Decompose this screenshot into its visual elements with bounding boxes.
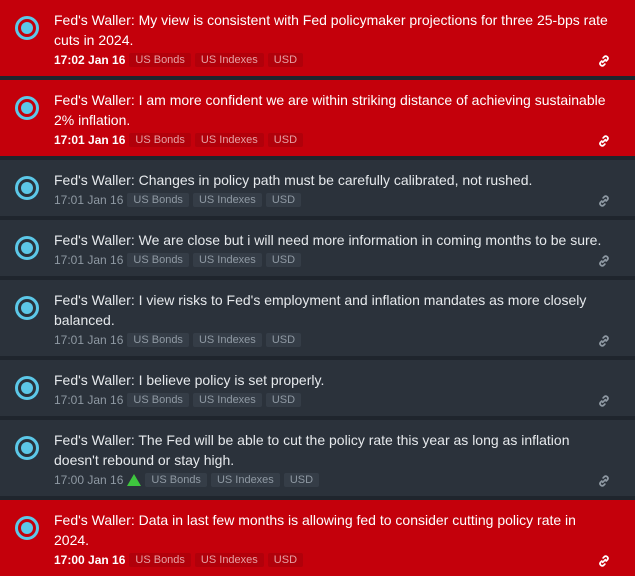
news-meta: 17:01 Jan 16 US Bonds US Indexes USD — [54, 331, 611, 349]
read-marker[interactable] — [0, 10, 54, 69]
link-icon[interactable] — [597, 394, 611, 408]
news-meta: 17:02 Jan 16 US Bonds US Indexes USD — [54, 51, 611, 69]
asset-tag[interactable]: US Bonds — [129, 553, 191, 567]
asset-tag[interactable]: USD — [267, 553, 304, 567]
news-content: Fed's Waller: Changes in policy path mus… — [54, 170, 611, 209]
link-icon[interactable] — [597, 474, 611, 488]
news-headline: Fed's Waller: I am more confident we are… — [54, 92, 606, 128]
news-meta: 17:01 Jan 16 US Bonds US Indexes USD — [54, 131, 611, 149]
news-timestamp: 17:00 Jan 16 — [54, 473, 124, 487]
news-content: Fed's Waller: The Fed will be able to cu… — [54, 430, 611, 489]
news-content: Fed's Waller: I am more confident we are… — [54, 90, 611, 149]
news-headline: Fed's Waller: Data in last few months is… — [54, 512, 576, 548]
asset-tag[interactable]: US Bonds — [127, 253, 189, 267]
news-content: Fed's Waller: I believe policy is set pr… — [54, 370, 611, 409]
asset-tag[interactable]: US Bonds — [129, 53, 191, 67]
news-meta: 17:01 Jan 16 US Bonds US Indexes USD — [54, 251, 611, 269]
radio-circle-icon — [15, 16, 39, 40]
radio-circle-icon — [15, 176, 39, 200]
news-content: Fed's Waller: We are close but i will ne… — [54, 230, 611, 269]
radio-circle-icon — [15, 516, 39, 540]
green-up-triangle-icon — [127, 474, 142, 486]
news-content: Fed's Waller: I view risks to Fed's empl… — [54, 290, 611, 349]
asset-tag[interactable]: US Indexes — [194, 553, 264, 567]
news-timestamp: 17:01 Jan 16 — [54, 193, 124, 207]
read-marker[interactable] — [0, 370, 54, 409]
news-headline: Fed's Waller: I believe policy is set pr… — [54, 372, 325, 388]
link-icon[interactable] — [597, 554, 611, 568]
news-item[interactable]: Fed's Waller: I view risks to Fed's empl… — [0, 280, 635, 356]
asset-tag[interactable]: US Bonds — [129, 133, 191, 147]
news-headline: Fed's Waller: I view risks to Fed's empl… — [54, 292, 587, 328]
news-item[interactable]: Fed's Waller: We are close but i will ne… — [0, 220, 635, 276]
news-item[interactable]: Fed's Waller: Data in last few months is… — [0, 500, 635, 576]
news-timestamp: 17:01 Jan 16 — [54, 253, 124, 267]
read-marker[interactable] — [0, 170, 54, 209]
radio-circle-icon — [15, 376, 39, 400]
news-timestamp: 17:01 Jan 16 — [54, 393, 124, 407]
news-content: Fed's Waller: Data in last few months is… — [54, 510, 611, 569]
news-meta: 17:01 Jan 16 US Bonds US Indexes USD — [54, 391, 611, 409]
asset-tag[interactable]: USD — [283, 473, 320, 487]
asset-tag[interactable]: USD — [265, 193, 302, 207]
news-meta: 17:00 Jan 16 US Bonds US Indexes USD — [54, 551, 611, 569]
news-content: Fed's Waller: My view is consistent with… — [54, 10, 611, 69]
link-icon[interactable] — [597, 254, 611, 268]
news-headline: Fed's Waller: My view is consistent with… — [54, 12, 608, 48]
news-timestamp: 17:01 Jan 16 — [54, 133, 126, 147]
asset-tag[interactable]: USD — [267, 133, 304, 147]
link-icon[interactable] — [597, 194, 611, 208]
asset-tag[interactable]: USD — [265, 333, 302, 347]
news-item[interactable]: Fed's Waller: My view is consistent with… — [0, 0, 635, 76]
news-headline: Fed's Waller: The Fed will be able to cu… — [54, 432, 570, 468]
read-marker[interactable] — [0, 230, 54, 269]
news-item[interactable]: Fed's Waller: I am more confident we are… — [0, 80, 635, 156]
link-icon[interactable] — [597, 134, 611, 148]
news-feed: Fed's Waller: My view is consistent with… — [0, 0, 635, 576]
radio-circle-icon — [15, 236, 39, 260]
asset-tag[interactable]: US Bonds — [145, 473, 207, 487]
news-meta: 17:00 Jan 16 US Bonds US Indexes USD — [54, 471, 611, 489]
news-timestamp: 17:01 Jan 16 — [54, 333, 124, 347]
news-timestamp: 17:02 Jan 16 — [54, 53, 126, 67]
asset-tag[interactable]: USD — [265, 393, 302, 407]
news-headline: Fed's Waller: Changes in policy path mus… — [54, 172, 533, 188]
asset-tag[interactable]: US Indexes — [194, 53, 264, 67]
radio-circle-icon — [15, 296, 39, 320]
radio-circle-icon — [15, 436, 39, 460]
asset-tag[interactable]: US Indexes — [210, 473, 280, 487]
asset-tag[interactable]: US Indexes — [192, 333, 262, 347]
news-headline: Fed's Waller: We are close but i will ne… — [54, 232, 602, 248]
asset-tag[interactable]: USD — [265, 253, 302, 267]
asset-tag[interactable]: US Bonds — [127, 393, 189, 407]
news-meta: 17:01 Jan 16 US Bonds US Indexes USD — [54, 191, 611, 209]
asset-tag[interactable]: US Bonds — [127, 333, 189, 347]
read-marker[interactable] — [0, 430, 54, 489]
asset-tag[interactable]: US Bonds — [127, 193, 189, 207]
asset-tag[interactable]: USD — [267, 53, 304, 67]
read-marker[interactable] — [0, 290, 54, 349]
asset-tag[interactable]: US Indexes — [192, 393, 262, 407]
radio-circle-icon — [15, 96, 39, 120]
asset-tag[interactable]: US Indexes — [192, 253, 262, 267]
news-item[interactable]: Fed's Waller: I believe policy is set pr… — [0, 360, 635, 416]
news-item[interactable]: Fed's Waller: Changes in policy path mus… — [0, 160, 635, 216]
link-icon[interactable] — [597, 54, 611, 68]
read-marker[interactable] — [0, 510, 54, 569]
link-icon[interactable] — [597, 334, 611, 348]
news-item[interactable]: Fed's Waller: The Fed will be able to cu… — [0, 420, 635, 496]
asset-tag[interactable]: US Indexes — [192, 193, 262, 207]
read-marker[interactable] — [0, 90, 54, 149]
news-timestamp: 17:00 Jan 16 — [54, 553, 126, 567]
asset-tag[interactable]: US Indexes — [194, 133, 264, 147]
